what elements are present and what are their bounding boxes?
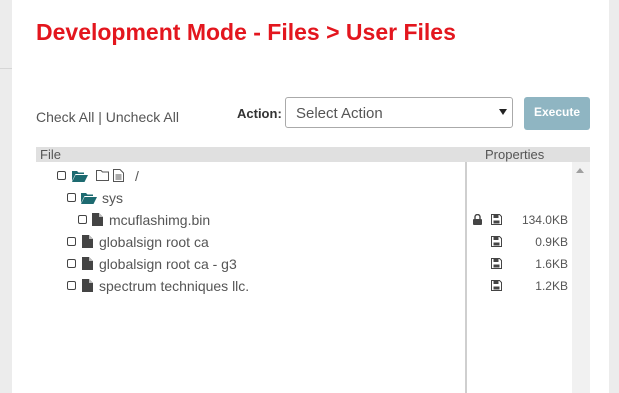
check-all-link[interactable]: Check All [36,109,94,125]
table-row: mcuflashimg.bin 134.0KB [0,210,580,230]
file-column-header: File [40,147,61,162]
left-divider-line [0,68,12,69]
save-icon[interactable] [491,280,502,291]
page-title: Development Mode - Files > User Files [36,19,456,45]
execute-button[interactable]: Execute [524,97,590,130]
table-row: spectrum techniques llc. 1.2KB [0,276,580,296]
folder-open-icon[interactable] [81,192,97,204]
save-icon[interactable] [491,236,502,247]
tree-row-sys: sys [0,188,460,208]
file-checkbox[interactable] [67,237,76,246]
file-name[interactable]: globalsign root ca [99,234,209,250]
folder-open-icon[interactable] [72,170,88,182]
action-label: Action: [237,106,282,121]
save-icon[interactable] [491,214,502,225]
action-select[interactable]: Select Action [285,97,513,128]
file-icon [92,213,103,226]
file-icon [82,235,93,248]
dropdown-arrow-icon [499,109,507,115]
file-checkbox[interactable] [67,259,76,268]
sys-checkbox[interactable] [67,193,76,202]
tree-row-root: / [0,166,460,186]
root-folder-label: / [135,168,139,184]
root-checkbox[interactable] [57,171,66,180]
table-row: globalsign root ca - g3 1.6KB [0,254,580,274]
table-header: File Properties [36,147,590,162]
file-name[interactable]: mcuflashimg.bin [109,212,210,228]
file-size: 1.6KB [535,257,568,271]
file-size: 1.2KB [535,279,568,293]
action-select-value: Select Action [296,105,383,122]
save-icon[interactable] [491,258,502,269]
file-size: 0.9KB [535,235,568,249]
file-checkbox[interactable] [67,281,76,290]
check-links: Check All | Uncheck All [36,109,179,125]
file-name[interactable]: spectrum techniques llc. [99,278,249,294]
file-checkbox[interactable] [78,215,87,224]
uncheck-all-link[interactable]: Uncheck All [106,109,179,125]
lock-icon [473,214,482,225]
file-outline-icon[interactable] [113,169,124,182]
file-size: 134.0KB [521,213,568,227]
sys-folder-label[interactable]: sys [102,190,123,206]
properties-column-header: Properties [485,147,545,162]
table-row: globalsign root ca 0.9KB [0,232,580,252]
file-icon [82,279,93,292]
folder-outline-icon[interactable] [96,170,109,181]
file-icon [82,257,93,270]
link-separator: | [98,109,102,125]
scroll-up-arrow-icon[interactable] [576,168,584,173]
file-name[interactable]: globalsign root ca - g3 [99,256,237,272]
